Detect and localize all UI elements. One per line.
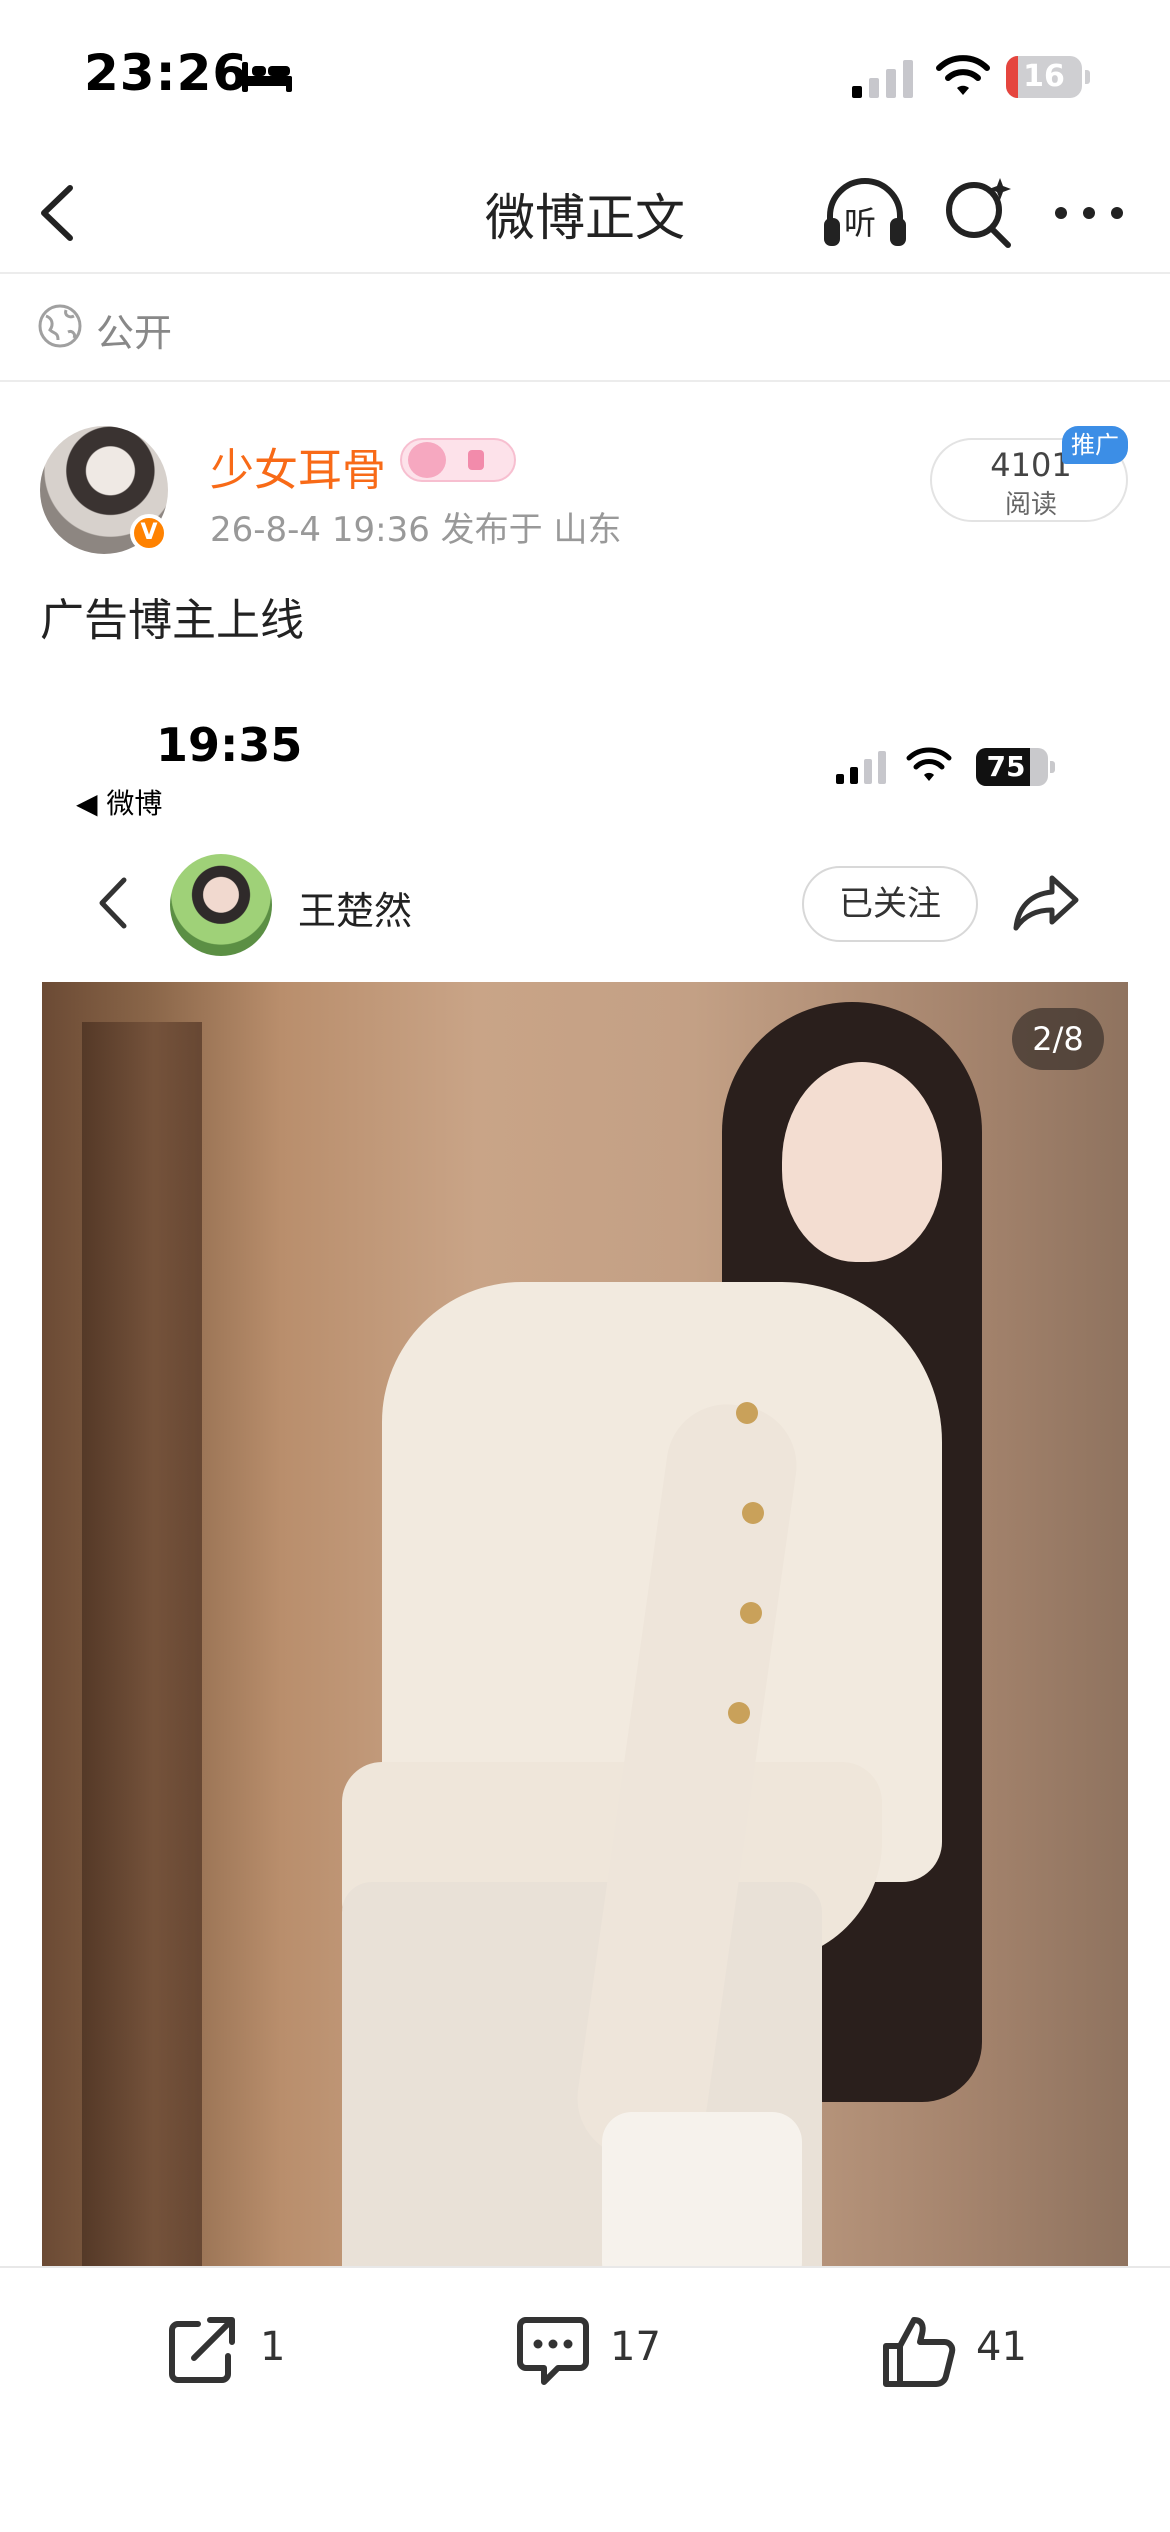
embedded-wifi-icon — [906, 747, 952, 781]
embedded-author-avatar — [170, 854, 272, 956]
post-photo[interactable] — [42, 982, 1128, 2268]
repost-icon — [169, 2317, 235, 2383]
comment-button[interactable]: 17 — [514, 2308, 674, 2398]
post-text: 广告博主上线 — [40, 595, 304, 646]
like-count: 41 — [976, 2324, 1027, 2370]
embedded-battery-indicator: 75 — [976, 748, 1056, 786]
repost-button[interactable]: 1 — [164, 2308, 304, 2398]
member-emblem-icon — [400, 438, 516, 482]
repost-count: 1 — [260, 2324, 286, 2370]
embedded-author-name: 王楚然 — [298, 889, 413, 933]
embedded-cellular-signal-icon — [836, 751, 886, 784]
status-bar: 23:26 16 — [0, 0, 1170, 150]
embedded-share-icon — [1013, 875, 1079, 931]
embedded-battery-text: 75 — [986, 750, 1026, 783]
search-sparkle-icon[interactable] — [942, 174, 1016, 250]
embedded-back-to-app: ◀ 微博 — [76, 787, 163, 820]
read-label: 阅读 — [1004, 490, 1057, 520]
comment-count: 17 — [610, 2324, 661, 2370]
nav-bar: 微博正文 听 — [0, 150, 1170, 274]
battery-indicator: 16 — [1006, 56, 1090, 98]
username[interactable]: 少女耳骨 — [210, 434, 386, 498]
battery-level-text: 16 — [1023, 59, 1065, 94]
comment-icon — [517, 2317, 589, 2385]
more-dots-icon[interactable] — [1052, 198, 1126, 228]
post-meta: 26-8-4 19:36 发布于 山东 — [210, 510, 622, 550]
listen-label: 听 — [844, 204, 877, 242]
status-time: 23:26 — [84, 44, 249, 102]
promo-tag: 推广 — [1062, 426, 1128, 464]
embedded-chevron-left-icon — [99, 877, 127, 929]
bottom-toolbar: 1 17 41 — [0, 2266, 1170, 2532]
thumbs-up-icon — [883, 2317, 956, 2387]
visibility-label: 公开 — [96, 311, 173, 355]
cellular-signal-icon — [852, 60, 913, 98]
visibility-row: 公开 — [0, 276, 1170, 382]
like-button[interactable]: 41 — [880, 2308, 1040, 2398]
embedded-status-time: 19:35 — [156, 718, 303, 772]
wifi-icon — [936, 55, 990, 95]
listen-button[interactable]: 听 — [820, 172, 910, 252]
photo-counter: 2/8 — [1012, 1008, 1104, 1070]
bed-icon — [242, 62, 292, 92]
verified-badge: V — [130, 514, 168, 552]
embedded-follow-button: 已关注 — [802, 866, 978, 942]
globe-icon — [38, 304, 82, 348]
